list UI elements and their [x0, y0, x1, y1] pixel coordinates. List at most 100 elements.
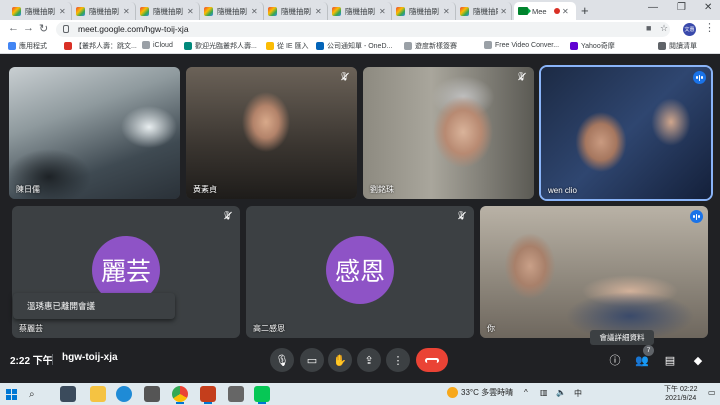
system-clock[interactable]: 下午 02:22 2021/9/24 — [664, 385, 697, 403]
participant-name: 高二感恩 — [253, 324, 285, 333]
chrome-icon[interactable] — [172, 386, 188, 404]
bookmark-item[interactable]: 遊度新樣簽賽 — [404, 41, 457, 51]
minimize-icon[interactable]: — — [648, 2, 658, 13]
bookmark-item[interactable]: 應用程式 — [8, 41, 47, 51]
browser-tab[interactable]: 隨機抽刷✕ — [72, 2, 136, 20]
address-bar[interactable]: meet.google.com/hgw-toij-xja ■ ☆ — [56, 22, 670, 37]
close-tab-icon[interactable]: ✕ — [187, 7, 194, 16]
meet-favicon-icon — [518, 7, 531, 15]
browser-tab[interactable]: 隨機抽刷✕ — [200, 2, 264, 20]
store-icon[interactable] — [144, 386, 160, 402]
more-vert-icon: ⋮ — [392, 354, 404, 367]
participant-tile-self[interactable]: 你 — [480, 206, 708, 338]
browser-tab[interactable]: 隨機抽刷✕ — [328, 2, 392, 20]
bookmark-favicon-icon — [184, 42, 192, 50]
close-tab-icon[interactable]: ✕ — [562, 7, 569, 16]
weather-widget[interactable]: 33°C 多雲時晴 — [447, 387, 513, 398]
raise-hand-button[interactable]: ✋ — [328, 348, 352, 372]
participant-name: 蔡麗芸 — [19, 324, 43, 333]
new-tab-icon[interactable]: + — [581, 3, 589, 18]
tab-favicon-icon — [12, 6, 21, 16]
participant-tile[interactable]: 🎙 劉銘珠 — [363, 67, 534, 199]
tab-favicon-icon — [268, 6, 277, 16]
browser-tab-active[interactable]: Mee ✕ — [514, 2, 576, 20]
volume-icon[interactable]: 🔈 — [556, 388, 566, 397]
menu-kebab-icon[interactable]: ⋮ — [704, 21, 715, 34]
leave-call-button[interactable] — [416, 348, 448, 372]
participant-tile[interactable]: 陳日儒 — [9, 67, 180, 199]
bookmark-item[interactable]: 歡迎光臨叢邦人壽... — [184, 41, 257, 51]
windows-taskbar: ⌕ 33°C 多雲時晴 ^ ▥ 🔈 中 下午 02:22 2021/9/24 ▭ — [0, 383, 720, 405]
network-icon[interactable]: ▥ — [540, 388, 548, 397]
participant-left-notification: 溫琇惠已離開會議 — [13, 293, 175, 319]
meeting-details-button[interactable]: ⓘ — [605, 350, 625, 370]
chat-button[interactable]: ▤ — [660, 350, 680, 370]
tray-chevron-icon[interactable]: ^ — [524, 388, 528, 397]
app-icon[interactable] — [228, 386, 244, 402]
participant-tile[interactable]: 🎙 黃素貞 — [186, 67, 357, 199]
close-tab-icon[interactable]: ✕ — [379, 7, 386, 16]
browser-toolbar: ← → ↻ meet.google.com/hgw-toij-xja ■ ☆ 文… — [0, 20, 720, 39]
activities-button[interactable]: ◆ — [688, 350, 708, 370]
meet-stage: 陳日儒 🎙 黃素貞 🎙 劉銘珠 wen clio 麗芸 🎙 蔡麗芸 感恩 🎙 高… — [0, 55, 720, 383]
back-icon[interactable]: ← — [8, 22, 19, 34]
hand-icon: ✋ — [333, 354, 347, 367]
bookmark-item[interactable]: iCloud — [142, 41, 173, 49]
chat-icon: ▤ — [664, 354, 676, 367]
close-tab-icon[interactable]: ✕ — [315, 7, 322, 16]
close-tab-icon[interactable]: ✕ — [59, 7, 66, 16]
url-text[interactable]: meet.google.com/hgw-toij-xja — [78, 24, 189, 34]
close-tab-icon[interactable]: ✕ — [251, 7, 258, 16]
bookmarks-bar: 應用程式 【叢邦人壽：跳文... iCloud 歡迎光臨叢邦人壽... 從 IE… — [0, 39, 720, 54]
globe-icon — [404, 42, 412, 50]
reading-list[interactable]: 閱讀清單 — [658, 41, 697, 51]
file-explorer-icon[interactable] — [90, 386, 106, 402]
notification-center-icon[interactable]: ▭ — [708, 388, 716, 397]
participant-tile[interactable]: 感恩 🎙 高二感恩 — [246, 206, 474, 338]
folder-icon — [266, 42, 274, 50]
search-icon[interactable]: ⌕ — [29, 389, 35, 400]
start-button[interactable] — [6, 389, 17, 400]
close-tab-icon[interactable]: ✕ — [500, 7, 507, 16]
reload-icon[interactable]: ↻ — [39, 22, 48, 35]
browser-tab[interactable]: 隨機抽刷✕ — [456, 2, 512, 20]
bookmark-item[interactable]: 【叢邦人壽：跳文... — [64, 41, 137, 51]
browser-tab[interactable]: 隨機抽刷✕ — [264, 2, 328, 20]
task-view-icon[interactable] — [60, 386, 76, 402]
browser-tab[interactable]: 隨機抽刷✕ — [136, 2, 200, 20]
bookmark-item[interactable]: Yahoo奇摩 — [570, 41, 615, 51]
participant-avatar: 感恩 — [326, 236, 394, 304]
microphone-button[interactable]: 🎙 — [270, 348, 294, 372]
icloud-icon — [142, 41, 150, 49]
participant-name: 你 — [487, 324, 495, 333]
close-window-icon[interactable]: ✕ — [704, 2, 712, 13]
powerpoint-icon[interactable] — [200, 386, 216, 404]
input-method-icon[interactable]: 中 — [574, 388, 582, 399]
participant-name: wen clio — [548, 186, 577, 195]
browser-tab[interactable]: 隨機抽刷✕ — [8, 2, 72, 20]
bookmark-item[interactable]: 公司通知單 - OneD... — [316, 41, 392, 51]
recording-dot-icon — [554, 8, 560, 14]
participant-tile-active-speaker[interactable]: wen clio — [539, 65, 713, 201]
maximize-icon[interactable]: ❐ — [677, 2, 686, 13]
forward-icon[interactable]: → — [23, 22, 34, 34]
meeting-code: hgw-toij-xja — [62, 352, 118, 363]
more-options-button[interactable]: ⋮ — [386, 348, 410, 372]
edge-icon[interactable] — [116, 386, 132, 402]
camera-icon[interactable]: ■ — [646, 23, 651, 33]
bookmark-item[interactable]: 從 IE 匯入 — [266, 41, 309, 51]
bookmark-star-icon[interactable]: ☆ — [660, 23, 668, 34]
present-screen-button[interactable]: ⇪ — [357, 348, 381, 372]
speaking-indicator-icon — [693, 71, 706, 84]
browser-tab[interactable]: 隨機抽刷✕ — [392, 2, 456, 20]
close-tab-icon[interactable]: ✕ — [443, 7, 450, 16]
participant-count-badge: 7 — [643, 345, 654, 356]
bookmark-item[interactable]: Free Video Conver... — [484, 41, 559, 49]
line-icon[interactable] — [254, 386, 270, 404]
meeting-details-tooltip: 會議詳細資料 — [590, 330, 654, 345]
close-tab-icon[interactable]: ✕ — [123, 7, 130, 16]
profile-avatar[interactable]: 文惠 — [683, 23, 696, 36]
camera-button[interactable]: ▭ — [300, 348, 324, 372]
onedrive-icon — [316, 42, 324, 50]
activities-icon: ◆ — [693, 354, 703, 367]
